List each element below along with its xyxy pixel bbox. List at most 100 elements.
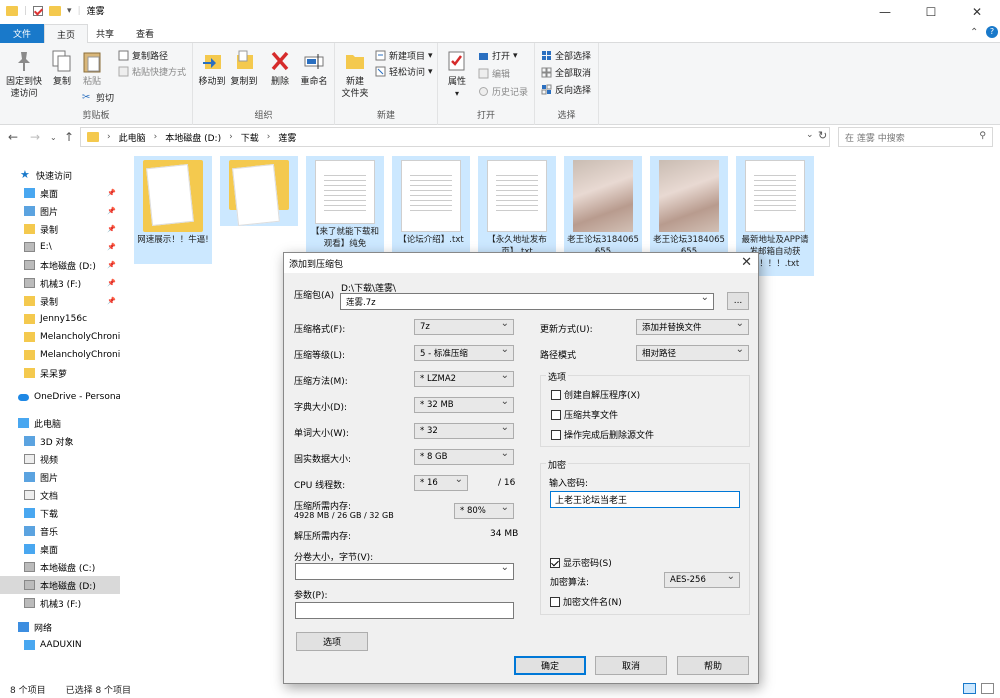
close-button[interactable]: ✕ bbox=[954, 0, 1000, 24]
properties-button[interactable]: 属性 ▾ bbox=[442, 49, 472, 100]
cancel-button[interactable]: 取消 bbox=[595, 656, 667, 675]
sidebar-item[interactable]: 机械3 (F:) bbox=[0, 594, 120, 612]
pin-icon[interactable]: 📌 bbox=[107, 261, 116, 269]
sidebar-item[interactable]: 3D 对象 bbox=[0, 432, 120, 450]
dict-select[interactable]: * 32 MB bbox=[414, 396, 514, 413]
new-folder-icon[interactable] bbox=[49, 5, 62, 16]
up-icon[interactable]: ↑ bbox=[64, 130, 74, 144]
chevron-down-icon[interactable]: ▾ bbox=[67, 6, 72, 16]
tab-share[interactable]: 共享 bbox=[84, 24, 126, 43]
breadcrumb-current[interactable]: 莲雾 bbox=[278, 131, 296, 144]
sidebar-item[interactable]: 机械3 (F:) 📌 bbox=[0, 274, 120, 292]
invert-selection-button[interactable]: 反向选择 bbox=[541, 83, 591, 96]
move-to-button[interactable]: 移动到 bbox=[197, 49, 227, 88]
sidebar-item[interactable]: Jenny156c bbox=[0, 310, 120, 328]
update-mode-select[interactable]: 添加并替换文件 bbox=[636, 318, 749, 335]
sidebar-item[interactable]: 录制 📌 bbox=[0, 292, 120, 310]
close-icon[interactable]: ✕ bbox=[741, 255, 752, 270]
delete-after-checkbox[interactable]: 操作完成后删除源文件 bbox=[551, 428, 654, 441]
back-icon[interactable]: ← bbox=[8, 130, 18, 144]
rename-button[interactable]: 重命名 bbox=[297, 49, 331, 88]
word-select[interactable]: * 32 bbox=[414, 422, 514, 439]
breadcrumb-drive-d[interactable]: 本地磁盘 (D:) bbox=[165, 131, 221, 144]
solid-select[interactable]: * 8 GB bbox=[414, 448, 514, 465]
new-item-button[interactable]: 新建项目 ▾ bbox=[375, 49, 433, 62]
sidebar-item[interactable]: E:\ 📌 bbox=[0, 238, 120, 256]
file-item[interactable]: 老王论坛3184065655 bbox=[564, 156, 642, 260]
select-all-button[interactable]: 全部选择 bbox=[541, 49, 591, 62]
details-view-icon[interactable] bbox=[963, 683, 976, 694]
pin-icon[interactable]: 📌 bbox=[107, 279, 116, 287]
pin-icon[interactable]: 📌 bbox=[107, 297, 116, 305]
pin-icon[interactable]: 📌 bbox=[107, 189, 116, 197]
sidebar-item[interactable]: MelancholyChroni bbox=[0, 346, 120, 364]
collapse-ribbon-icon[interactable]: ⌃ bbox=[970, 27, 978, 38]
history-button[interactable]: 历史记录 bbox=[478, 85, 528, 98]
properties-icon[interactable] bbox=[33, 5, 44, 16]
level-select[interactable]: 5 - 标准压缩 bbox=[414, 344, 514, 361]
breadcrumb-this-pc[interactable]: 此电脑 bbox=[119, 131, 146, 144]
tab-view[interactable]: 查看 bbox=[124, 24, 166, 43]
options-button[interactable]: 选项 bbox=[296, 632, 368, 651]
format-select[interactable]: 7z bbox=[414, 318, 514, 335]
recent-locations-icon[interactable]: ⌄ bbox=[50, 133, 57, 142]
chevron-down-icon[interactable]: ⌄ bbox=[806, 130, 814, 140]
minimize-button[interactable]: — bbox=[862, 0, 908, 24]
sidebar-item[interactable]: 本地磁盘 (D:) 📌 bbox=[0, 256, 120, 274]
copy-to-button[interactable]: 复制到 bbox=[229, 49, 259, 88]
file-item[interactable]: 老王论坛3184065655 bbox=[650, 156, 728, 260]
sidebar-item[interactable]: 呆呆萝 bbox=[0, 364, 120, 382]
search-box[interactable]: 在 莲雾 中搜索 ⚲ bbox=[838, 127, 993, 147]
create-sfx-checkbox[interactable]: 创建自解压程序(X) bbox=[551, 388, 640, 401]
sidebar-item[interactable]: 文档 bbox=[0, 486, 120, 504]
memory-percent-select[interactable]: * 80% bbox=[454, 502, 514, 519]
file-item[interactable]: 【永久地址发布页】.txt bbox=[478, 156, 556, 260]
sidebar-item[interactable]: 录制 📌 bbox=[0, 220, 120, 238]
sidebar-item[interactable]: 桌面 bbox=[0, 540, 120, 558]
open-button[interactable]: 打开 ▾ bbox=[478, 49, 518, 62]
sidebar-item[interactable]: OneDrive - Persona bbox=[0, 388, 120, 406]
sidebar-item[interactable]: 图片 bbox=[0, 468, 120, 486]
sidebar-item[interactable]: 下载 bbox=[0, 504, 120, 522]
copy-path-button[interactable]: 复制路径 bbox=[118, 49, 168, 62]
sidebar-item[interactable]: MelancholyChroni bbox=[0, 328, 120, 346]
paste-button[interactable]: 粘贴 bbox=[78, 49, 106, 88]
cut-button[interactable]: ✂ 剪切 bbox=[82, 91, 114, 104]
search-input[interactable]: 在 莲雾 中搜索 bbox=[845, 131, 905, 144]
copy-button[interactable]: 复制 bbox=[48, 49, 76, 88]
encryption-method-select[interactable]: AES-256 bbox=[664, 571, 740, 588]
tab-file[interactable]: 文件 bbox=[0, 24, 44, 43]
pin-icon[interactable]: 📌 bbox=[107, 243, 116, 251]
address-bar[interactable]: › 此电脑 › 本地磁盘 (D:) › 下载 › 莲雾 bbox=[80, 127, 830, 147]
sidebar-item[interactable]: 桌面 📌 bbox=[0, 184, 120, 202]
delete-button[interactable]: 删除 bbox=[267, 49, 293, 88]
cpu-select[interactable]: * 16 bbox=[414, 474, 468, 491]
paste-shortcut-button[interactable]: 粘贴快捷方式 bbox=[118, 65, 186, 78]
refresh-icon[interactable]: ↻ bbox=[818, 129, 827, 142]
archive-name-combo[interactable]: 莲雾.7z bbox=[340, 292, 714, 310]
show-password-checkbox[interactable]: 显示密码(S) bbox=[550, 556, 612, 569]
tab-home[interactable]: 主页 bbox=[44, 24, 89, 43]
password-input[interactable]: 上老王论坛当老王 bbox=[550, 491, 740, 508]
pin-icon[interactable]: 📌 bbox=[107, 207, 116, 215]
help-icon[interactable]: ? bbox=[986, 26, 998, 38]
sidebar-item[interactable]: 网络 bbox=[0, 618, 120, 636]
sidebar-item[interactable]: 音乐 bbox=[0, 522, 120, 540]
browse-button[interactable]: ... bbox=[727, 292, 749, 310]
pin-icon[interactable]: 📌 bbox=[107, 225, 116, 233]
new-folder-button[interactable]: 新建 文件夹 bbox=[339, 49, 371, 100]
split-size-combo[interactable] bbox=[295, 562, 514, 580]
params-input[interactable] bbox=[295, 602, 514, 619]
file-item[interactable]: 【来了就能下载和观看】纯免 bbox=[306, 156, 384, 252]
sidebar-item[interactable]: 本地磁盘 (C:) bbox=[0, 558, 120, 576]
file-item[interactable]: 注意！！！ bbox=[220, 156, 298, 226]
help-button[interactable]: 帮助 bbox=[677, 656, 749, 675]
ok-button[interactable]: 确定 bbox=[514, 656, 586, 675]
sidebar-item[interactable]: 本地磁盘 (D:) bbox=[0, 576, 120, 594]
breadcrumb-downloads[interactable]: 下载 bbox=[241, 131, 259, 144]
sidebar-item[interactable]: AADUXIN bbox=[0, 636, 120, 654]
sidebar-item[interactable]: 图片 📌 bbox=[0, 202, 120, 220]
edit-button[interactable]: 编辑 bbox=[478, 67, 510, 80]
file-item[interactable]: 【论坛介绍】.txt bbox=[392, 156, 470, 252]
compress-shared-checkbox[interactable]: 压缩共享文件 bbox=[551, 408, 618, 421]
